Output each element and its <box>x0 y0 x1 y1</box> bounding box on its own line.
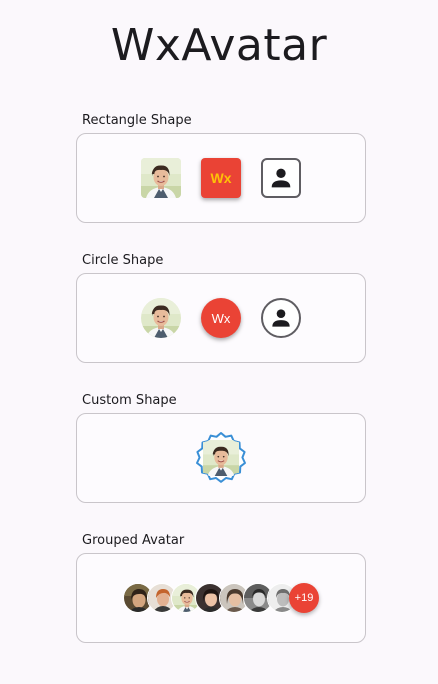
person-icon <box>268 305 294 331</box>
section-label-rectangle: Rectangle Shape <box>82 113 192 128</box>
more-avatars-counter[interactable]: +19 <box>289 583 319 613</box>
grouped-avatar-card: +19 <box>76 553 366 643</box>
section-label-grouped: Grouped Avatar <box>82 533 185 548</box>
section-label-custom: Custom Shape <box>82 393 177 408</box>
rectangle-icon-avatar[interactable] <box>261 158 301 198</box>
person-icon <box>267 164 295 192</box>
circle-text-avatar-label: Wx <box>211 310 231 326</box>
badge-shape-avatar <box>196 432 246 483</box>
custom-shape-avatar[interactable] <box>194 431 248 485</box>
rectangle-text-avatar[interactable]: Wx <box>201 158 241 198</box>
more-avatars-count: +19 <box>294 592 314 604</box>
circle-icon-avatar[interactable] <box>261 298 301 338</box>
portrait-image <box>141 298 181 338</box>
page-title: WxAvatar <box>110 20 328 71</box>
rectangle-shape-card: Wx <box>76 133 366 223</box>
circle-image-avatar[interactable] <box>141 298 181 338</box>
grouped-avatar[interactable]: +19 <box>123 583 319 613</box>
circle-shape-card: Wx <box>76 273 366 363</box>
rectangle-text-avatar-label: Wx <box>210 170 232 186</box>
circle-text-avatar[interactable]: Wx <box>201 298 241 338</box>
custom-shape-card <box>76 413 366 503</box>
rectangle-image-avatar[interactable] <box>141 158 181 198</box>
portrait-image <box>141 158 181 198</box>
section-label-circle: Circle Shape <box>82 253 164 268</box>
